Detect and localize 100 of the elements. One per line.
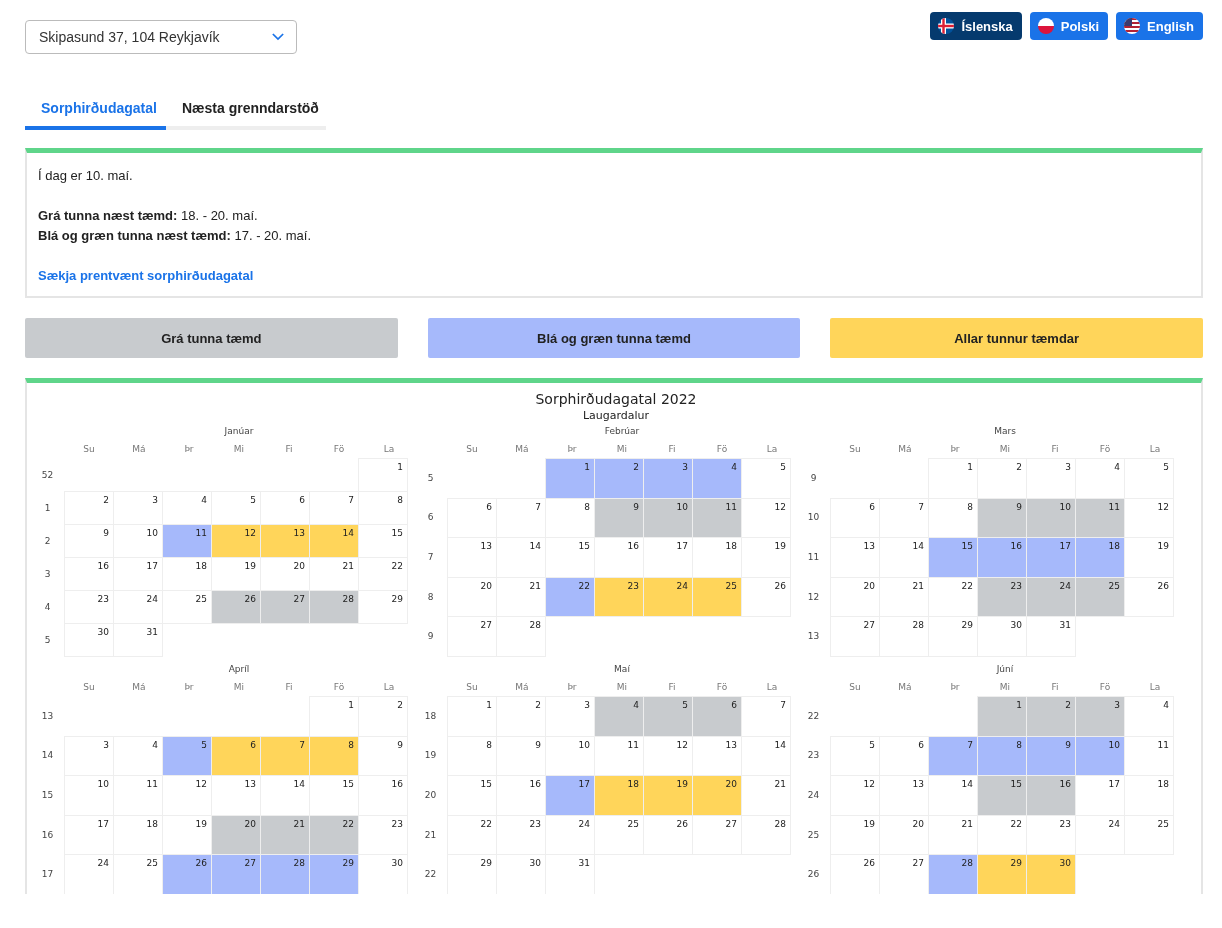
day-cell: 11: [1075, 497, 1125, 539]
week-number: 9: [427, 631, 434, 642]
day-cell: 30: [1026, 854, 1076, 894]
week-number: 5: [44, 634, 51, 645]
legend-item: Grá tunna tæmd: [25, 318, 398, 358]
week-number: 24: [807, 790, 820, 800]
week-number: 22: [807, 710, 820, 721]
day-cell: 11: [162, 524, 212, 558]
weekday-label: Má: [131, 682, 147, 692]
weekday-label: Fö: [1098, 444, 1112, 454]
day-cell: 26: [211, 590, 261, 624]
day-cell: 26: [162, 854, 212, 894]
weekday-label: Su: [465, 682, 479, 692]
language-button[interactable]: English: [1116, 12, 1203, 40]
day-cell: 23: [594, 576, 644, 618]
calendar-title: Sorphirðudagatal 2022: [534, 391, 698, 407]
weekday-label: Fö: [715, 682, 729, 692]
weekday-label: Fö: [332, 444, 346, 454]
weekday-label: Má: [897, 444, 913, 454]
flag-icon: [1124, 18, 1141, 34]
day-cell: 22: [309, 814, 359, 856]
day-cell: 2: [64, 491, 114, 525]
day-cell: 3: [64, 735, 114, 777]
day-cell: 6: [692, 696, 742, 737]
weekday-label: La: [382, 444, 396, 454]
weekday-label: Fö: [332, 682, 346, 692]
day-cell: 18: [594, 775, 644, 816]
tab[interactable]: Sorphirðudagatal: [25, 92, 166, 130]
language-button[interactable]: Polski: [1029, 12, 1109, 40]
day-cell: 3: [643, 458, 693, 499]
day-cell: 7: [260, 735, 310, 777]
day-cell: 5: [741, 458, 791, 499]
day-cell: 18: [1075, 537, 1125, 578]
weekday-label: La: [765, 444, 779, 454]
week-number: 26: [807, 869, 820, 880]
week-number: 1: [44, 502, 51, 513]
day-cell: 5: [162, 735, 212, 777]
day-cell: 4: [594, 696, 644, 737]
weekday-label: Má: [131, 444, 147, 454]
weekday-label: Fi: [667, 444, 677, 454]
day-cell: 28: [309, 590, 359, 624]
address-select[interactable]: Skipasund 37, 104 Reykjavík: [25, 20, 297, 54]
month-name: Janúar: [224, 426, 254, 438]
day-cell: 1: [977, 696, 1027, 737]
day-cell: 22: [545, 576, 595, 618]
week-number: 13: [807, 631, 820, 642]
day-cell: 13: [260, 524, 310, 558]
weekday-label: Þr: [949, 682, 961, 692]
day-cell: 12: [211, 524, 261, 558]
day-cell: 8: [977, 735, 1027, 777]
weekday-label: Mi: [998, 682, 1012, 692]
week-number: 22: [424, 869, 437, 880]
weekday-label: Má: [897, 682, 913, 692]
weekday-label: Þr: [183, 682, 195, 692]
weekday-label: Fö: [715, 444, 729, 454]
day-cell: 31: [113, 623, 163, 657]
day-cell: 1: [358, 458, 408, 492]
weekday-label: Su: [848, 682, 862, 692]
weekday-label: Þr: [566, 682, 578, 692]
day-cell: 24: [643, 576, 693, 618]
weekday-label: Fö: [1098, 682, 1112, 692]
week-number: 5: [427, 472, 434, 483]
day-cell: 23: [977, 576, 1027, 618]
day-cell: 20: [692, 775, 742, 816]
weekday-label: Mi: [998, 444, 1012, 454]
day-cell: 25: [1124, 814, 1174, 856]
next-collection-text: Blá og græn tunna næst tæmd: 17. - 20. maí.: [38, 227, 313, 245]
day-cell: 28: [928, 854, 978, 894]
weekday-label: Mi: [232, 444, 246, 454]
weekday-label: Su: [848, 444, 862, 454]
calendar-subtitle: Laugardalur: [581, 409, 651, 422]
day-cell: 28: [496, 616, 546, 657]
day-cell: 31: [1026, 616, 1076, 657]
day-cell: 29: [309, 854, 359, 894]
day-cell: 2: [594, 458, 644, 499]
day-cell: 29: [358, 590, 408, 624]
day-cell: 4: [692, 458, 742, 499]
weekday-label: Þr: [566, 444, 578, 454]
day-cell: 9: [977, 497, 1027, 539]
weekday-label: Fi: [667, 682, 677, 692]
download-link[interactable]: Sækja prentvænt sorphirðudagatal: [38, 266, 254, 286]
weekday-label: La: [1148, 444, 1162, 454]
day-cell: 6: [830, 497, 880, 539]
weekday-label: La: [765, 682, 779, 692]
weekday-label: Fi: [284, 682, 294, 692]
weekday-label: Fi: [1050, 444, 1060, 454]
week-number: 16: [41, 829, 54, 840]
language-button[interactable]: Íslenska: [930, 12, 1022, 40]
day-cell: 5: [830, 735, 880, 777]
day-cell: 26: [741, 576, 791, 618]
day-cell: 3: [1075, 696, 1125, 737]
tab[interactable]: Næsta grenndarstöð: [166, 92, 335, 130]
week-number: 11: [807, 552, 820, 562]
weekday-label: Þr: [949, 444, 961, 454]
week-number: 4: [44, 601, 51, 612]
day-cell: 10: [643, 497, 693, 539]
weekday-label: Þr: [183, 444, 195, 454]
month-name: Apríl: [228, 664, 250, 676]
week-number: 52: [41, 469, 54, 480]
month-name: Júní: [996, 664, 1014, 676]
